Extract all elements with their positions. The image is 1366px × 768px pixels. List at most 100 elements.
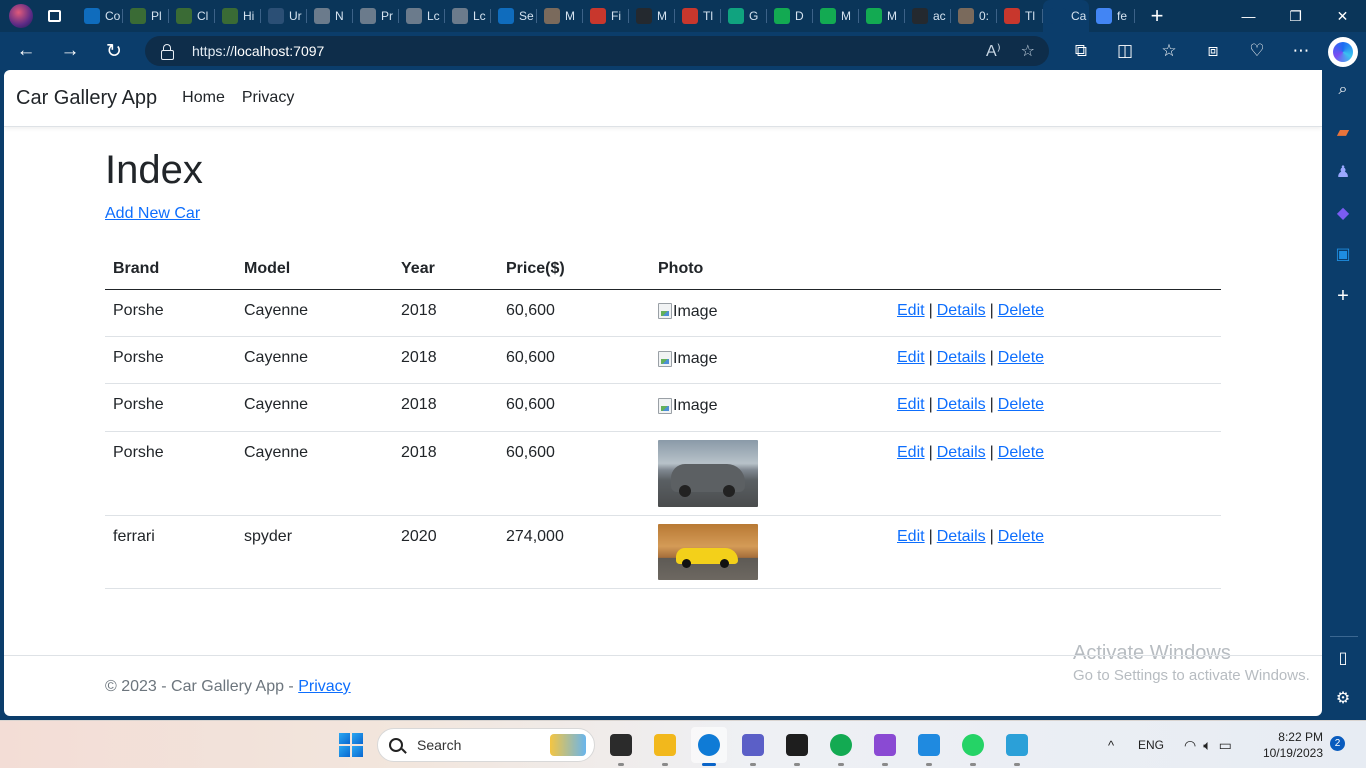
tab-actions-icon[interactable] [43, 5, 65, 27]
cell-price: 60,600 [498, 431, 650, 516]
taskbar-mongodb-compass-icon[interactable] [823, 727, 859, 766]
wifi-icon[interactable]: ◠ [1184, 737, 1196, 754]
add-sidebar-app-icon[interactable]: + [1332, 285, 1354, 307]
browser-tab[interactable]: Lc [445, 0, 491, 32]
favorites-icon[interactable]: ☆ [1150, 35, 1188, 67]
details-link[interactable]: Details [937, 349, 986, 366]
games-icon[interactable]: ♟ [1332, 161, 1354, 183]
edit-link[interactable]: Edit [897, 349, 925, 366]
search-icon[interactable]: ⌕ [1332, 79, 1354, 101]
site-brand[interactable]: Car Gallery App [16, 87, 157, 110]
volume-icon[interactable]: 🔈︎ [1203, 737, 1211, 754]
browser-tab[interactable]: Lc [399, 0, 445, 32]
minimize-button[interactable]: — [1225, 0, 1272, 32]
browser-tab[interactable]: Hi [215, 0, 261, 32]
delete-link[interactable]: Delete [998, 349, 1044, 366]
performance-icon[interactable]: ♡ [1238, 35, 1276, 67]
lock-icon[interactable] [161, 44, 174, 60]
edit-link[interactable]: Edit [897, 528, 925, 545]
copilot-icon[interactable]: ◆ [1332, 202, 1354, 224]
delete-link[interactable]: Delete [998, 444, 1044, 461]
nav-privacy-link[interactable]: Privacy [242, 89, 294, 107]
browser-tab[interactable]: 0: [951, 0, 997, 32]
browser-tab[interactable]: Fi [583, 0, 629, 32]
taskbar-visual-studio-icon[interactable] [867, 727, 903, 766]
taskbar-terminal-icon[interactable] [779, 727, 815, 766]
favorite-star-icon[interactable]: ☆ [1021, 41, 1035, 61]
browser-tab[interactable]: Ca✕ [1043, 0, 1089, 32]
more-menu-icon[interactable]: ⋯ [1282, 35, 1320, 67]
footer-privacy-link[interactable]: Privacy [298, 678, 350, 695]
back-arrow-icon[interactable]: ← [8, 35, 44, 67]
details-link[interactable]: Details [937, 396, 986, 413]
browser-tab[interactable]: Co [77, 0, 123, 32]
browser-tab[interactable]: Tl [997, 0, 1043, 32]
close-window-button[interactable]: ✕ [1319, 0, 1366, 32]
tools-icon[interactable]: ▰ [1332, 121, 1354, 143]
taskbar-clock[interactable]: 8:22 PM 10/19/2023 [1257, 729, 1323, 761]
taskbar-notepad-icon[interactable] [999, 727, 1035, 766]
cell-model: Cayenne [236, 336, 393, 385]
browser-tab[interactable]: Pr [353, 0, 399, 32]
edit-link[interactable]: Edit [897, 444, 925, 461]
browser-tab[interactable]: fe [1089, 0, 1135, 32]
new-tab-button[interactable]: + [1141, 0, 1173, 32]
browser-tab[interactable]: ac [905, 0, 951, 32]
hide-sidebar-icon[interactable]: ▯ [1332, 647, 1354, 669]
tab-label: Pr [381, 9, 393, 23]
battery-icon[interactable]: ▭ [1219, 737, 1232, 754]
browser-tab[interactable]: M [537, 0, 583, 32]
taskbar-edge-icon[interactable] [691, 727, 727, 766]
extensions-icon[interactable]: ⧉ [1062, 35, 1100, 67]
edit-link[interactable]: Edit [897, 302, 925, 319]
tab-label: ac [933, 9, 946, 23]
delete-link[interactable]: Delete [998, 528, 1044, 545]
add-new-car-link[interactable]: Add New Car [105, 205, 200, 223]
browser-tab[interactable]: Cl [169, 0, 215, 32]
language-indicator[interactable]: ENG [1138, 738, 1164, 752]
restore-button[interactable]: ❐ [1272, 0, 1319, 32]
edit-link[interactable]: Edit [897, 396, 925, 413]
browser-tab[interactable]: M [813, 0, 859, 32]
refresh-icon[interactable]: ↻ [96, 35, 132, 67]
url-text[interactable]: https://localhost:7097 [192, 43, 324, 59]
browser-tab[interactable]: N [307, 0, 353, 32]
browser-tab[interactable]: M [629, 0, 675, 32]
details-link[interactable]: Details [937, 444, 986, 461]
profile-avatar[interactable] [9, 4, 33, 28]
taskbar-file-explorer-icon[interactable] [647, 727, 683, 766]
browser-tab[interactable]: Ur [261, 0, 307, 32]
browser-tab[interactable]: G [721, 0, 767, 32]
browser-tab[interactable]: Tl [675, 0, 721, 32]
details-link[interactable]: Details [937, 528, 986, 545]
notification-badge[interactable]: 2 [1330, 736, 1345, 751]
collections-icon[interactable]: ⧈ [1194, 35, 1232, 67]
sidebar-settings-gear-icon[interactable]: ⚙ [1332, 687, 1354, 709]
outlook-icon[interactable]: ▣ [1332, 243, 1354, 265]
tab-favicon-icon [866, 8, 882, 24]
read-aloud-icon[interactable]: A⁾ [986, 41, 1001, 61]
browser-tab[interactable]: D [767, 0, 813, 32]
details-link[interactable]: Details [937, 302, 986, 319]
browser-tab[interactable]: Pl [123, 0, 169, 32]
forward-arrow-icon[interactable]: → [52, 35, 88, 67]
taskbar-vscode-icon[interactable] [911, 727, 947, 766]
taskbar-search-box[interactable]: Search [377, 728, 595, 762]
taskbar-terminal-dark-icon[interactable] [603, 727, 639, 766]
taskbar-whatsapp-icon[interactable] [955, 727, 991, 766]
show-hidden-icons-chevron-icon[interactable]: ^ [1100, 738, 1122, 753]
action-separator: | [928, 396, 933, 414]
cell-brand: Porshe [105, 336, 236, 385]
split-screen-icon[interactable]: ◫ [1106, 35, 1144, 67]
nav-home-link[interactable]: Home [182, 89, 225, 107]
address-bar[interactable]: https://localhost:7097 A⁾ ☆ [145, 36, 1049, 66]
bing-copilot-icon[interactable] [1328, 37, 1358, 67]
browser-tab[interactable]: M [859, 0, 905, 32]
browser-tab[interactable]: Se [491, 0, 537, 32]
delete-link[interactable]: Delete [998, 302, 1044, 319]
delete-link[interactable]: Delete [998, 396, 1044, 413]
taskbar-apps [603, 727, 1035, 766]
taskbar-teams-icon[interactable] [735, 727, 771, 766]
cell-price: 60,600 [498, 336, 650, 385]
windows-start-icon[interactable] [339, 733, 363, 757]
